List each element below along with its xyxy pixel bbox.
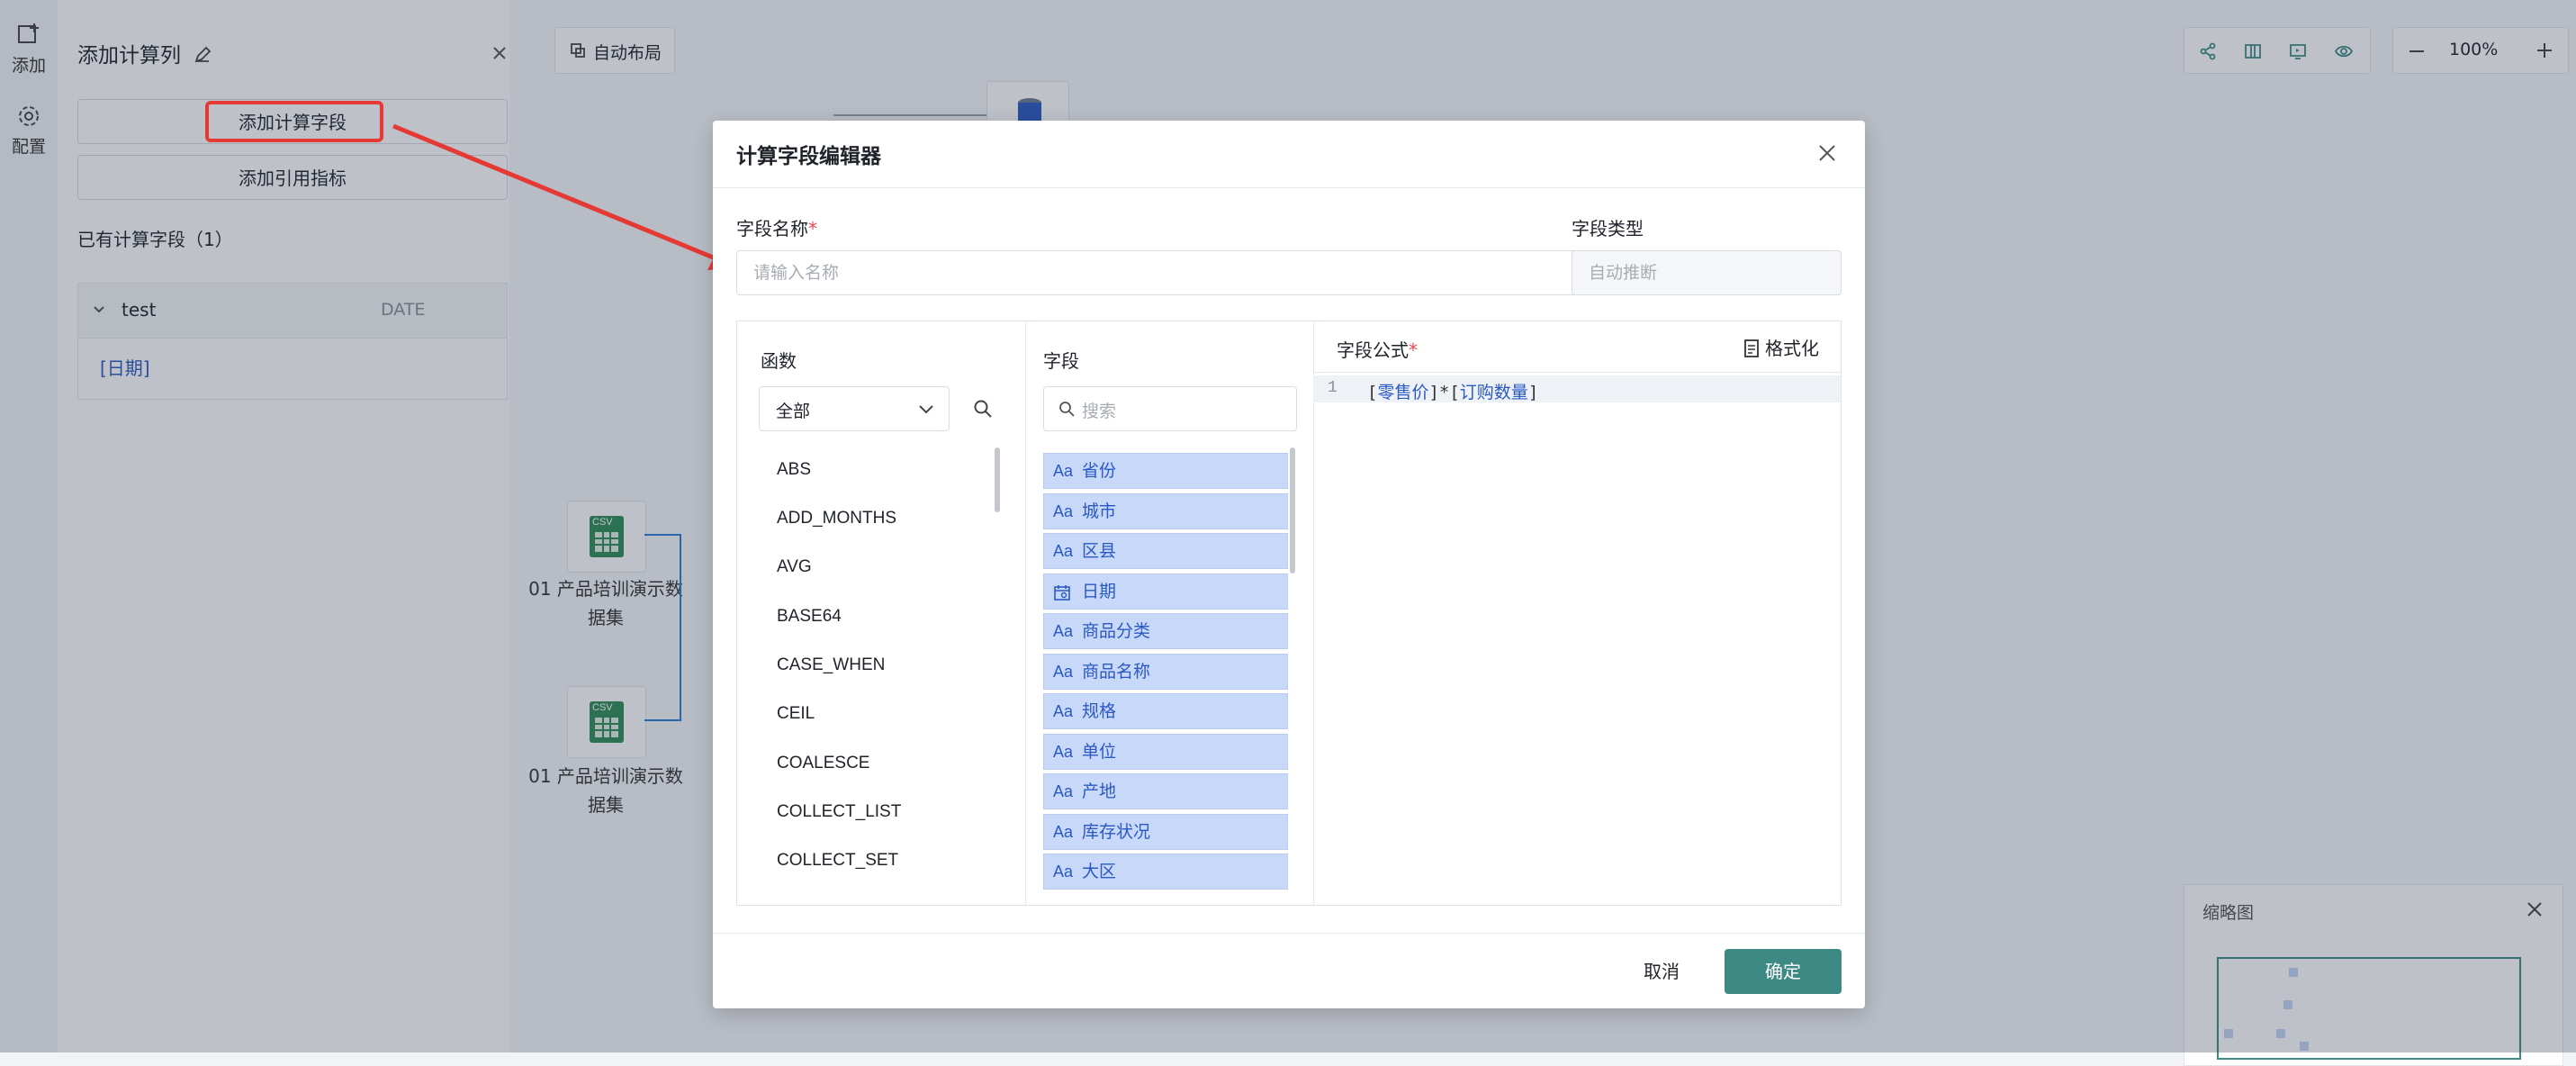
- search-icon: [1059, 402, 1075, 417]
- required-mark: *: [1409, 339, 1418, 361]
- code-bracket: ]: [1527, 383, 1539, 402]
- function-item[interactable]: ABS: [777, 460, 811, 480]
- field-item-label: 日期: [1082, 582, 1117, 601]
- functions-column: 函数 全部 ABS ADD_MONTHS AVG BASE64 CASE_WHE…: [737, 321, 1026, 905]
- formula-title-text: 字段公式: [1337, 339, 1409, 361]
- function-item[interactable]: CASE_WHEN: [777, 655, 885, 675]
- formula-column: 字段公式* 格式化 1 [零售价]*[订购数量]: [1313, 321, 1841, 905]
- line-number: 1: [1328, 379, 1338, 397]
- field-item[interactable]: Aa 规格: [1043, 693, 1288, 729]
- formula-editor-area: 函数 全部 ABS ADD_MONTHS AVG BASE64 CASE_WHE…: [736, 321, 1842, 906]
- field-item[interactable]: Aa 产地: [1043, 773, 1288, 809]
- footer-divider: [713, 933, 1865, 934]
- formula-code[interactable]: [零售价]*[订购数量]: [1367, 379, 1538, 403]
- formula-divider: [1313, 372, 1841, 373]
- field-item[interactable]: Aa 区县: [1043, 533, 1288, 569]
- dialog-title: 计算字段编辑器: [736, 145, 881, 168]
- field-item[interactable]: Aa 库存状况: [1043, 814, 1288, 850]
- close-dialog-icon[interactable]: [1818, 144, 1836, 162]
- required-mark: *: [808, 218, 817, 239]
- function-item[interactable]: COALESCE: [777, 754, 869, 773]
- field-item-label: 区县: [1082, 541, 1117, 561]
- text-type-icon: Aa: [1053, 863, 1074, 881]
- text-type-icon: Aa: [1053, 663, 1074, 681]
- text-type-icon: Aa: [1053, 462, 1074, 480]
- field-name-label-text: 字段名称: [736, 218, 808, 239]
- text-type-icon: Aa: [1053, 823, 1074, 841]
- chevron-down-icon: [919, 405, 933, 414]
- function-item[interactable]: ADD_MONTHS: [777, 509, 896, 528]
- code-bracket: [: [1367, 383, 1378, 402]
- field-item-label: 库存状况: [1082, 822, 1151, 842]
- functions-title: 函数: [761, 350, 797, 372]
- format-label: 格式化: [1765, 338, 1819, 359]
- calc-field-editor-dialog: 计算字段编辑器 字段名称* 请输入名称 字段类型 自动推断 函数 全部 ABS …: [713, 121, 1865, 1008]
- field-token: 零售价: [1377, 383, 1429, 402]
- category-selected: 全部: [776, 402, 811, 421]
- function-item[interactable]: COLLECT_LIST: [777, 802, 901, 822]
- field-token: 订购数量: [1459, 383, 1528, 402]
- fields-column: 字段 搜索 Aa 省份 Aa 城市 Aa 区县 日期 Aa 商品分类 Aa 商品名称 Aa…: [1025, 321, 1314, 905]
- field-item[interactable]: Aa 商品分类: [1043, 613, 1288, 649]
- text-type-icon: Aa: [1053, 622, 1074, 640]
- text-type-icon: Aa: [1053, 743, 1074, 761]
- text-type-icon: Aa: [1053, 702, 1074, 720]
- formula-title: 字段公式*: [1337, 336, 1418, 362]
- text-type-icon: Aa: [1053, 782, 1074, 800]
- header-divider: [713, 187, 1865, 188]
- field-item-label: 城市: [1082, 501, 1117, 521]
- text-type-icon: Aa: [1053, 542, 1074, 560]
- field-item[interactable]: Aa 单位: [1043, 734, 1288, 770]
- field-name-label: 字段名称*: [736, 214, 817, 240]
- field-search-input[interactable]: 搜索: [1043, 386, 1297, 431]
- field-type-label: 字段类型: [1572, 218, 1644, 239]
- field-item[interactable]: 日期: [1043, 574, 1288, 610]
- format-button[interactable]: 格式化: [1743, 334, 1819, 360]
- search-placeholder: 搜索: [1082, 402, 1117, 421]
- field-item[interactable]: Aa 大区: [1043, 854, 1288, 890]
- code-line[interactable]: 1 [零售价]*[订购数量]: [1313, 375, 1841, 402]
- fields-title: 字段: [1043, 350, 1079, 372]
- text-type-icon: Aa: [1053, 502, 1074, 520]
- function-item[interactable]: CEIL: [777, 704, 815, 724]
- functions-scrollbar[interactable]: [995, 447, 1000, 512]
- field-item-label: 产地: [1082, 781, 1117, 801]
- cancel-button[interactable]: 取消: [1617, 949, 1707, 994]
- function-category-select[interactable]: 全部: [759, 386, 950, 431]
- field-item-label: 单位: [1082, 742, 1117, 762]
- function-item[interactable]: AVG: [777, 557, 812, 577]
- function-item[interactable]: BASE64: [777, 607, 842, 627]
- field-type-input: 自动推断: [1572, 250, 1842, 295]
- code-operator: ]*[: [1428, 383, 1460, 402]
- document-icon: [1744, 339, 1759, 357]
- field-item-label: 商品名称: [1082, 662, 1151, 682]
- field-item[interactable]: Aa 城市: [1043, 493, 1288, 529]
- field-item[interactable]: Aa 省份: [1043, 453, 1288, 489]
- field-item-label: 规格: [1082, 701, 1117, 721]
- field-item-label: 商品分类: [1082, 621, 1151, 641]
- field-item-label: 大区: [1082, 862, 1117, 881]
- field-item-label: 省份: [1082, 461, 1117, 481]
- field-item[interactable]: Aa 商品名称: [1043, 654, 1288, 690]
- calendar-icon: [1054, 585, 1070, 601]
- function-item[interactable]: COLLECT_SET: [777, 851, 898, 871]
- fields-scrollbar[interactable]: [1290, 447, 1295, 574]
- confirm-button[interactable]: 确定: [1725, 949, 1842, 994]
- search-icon[interactable]: [973, 399, 993, 419]
